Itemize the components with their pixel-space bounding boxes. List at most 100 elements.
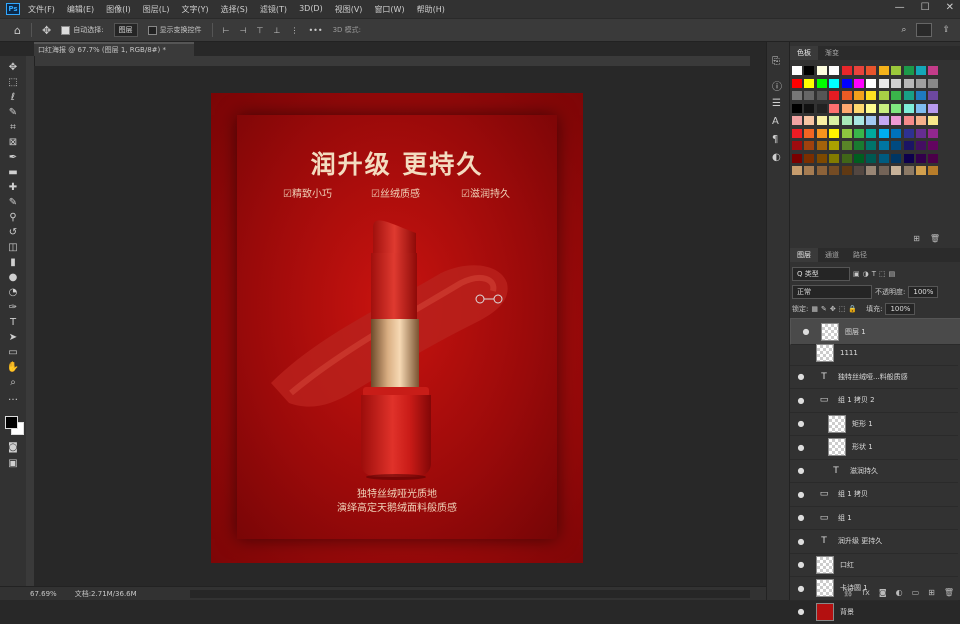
visibility-eye-icon[interactable]: ● — [799, 327, 813, 336]
zoom-tool-icon[interactable]: ⌕ — [5, 375, 21, 389]
lock-move-icon[interactable]: ✥ — [830, 305, 836, 313]
menu-item[interactable]: 文件(F) — [28, 4, 55, 15]
color-swatch[interactable] — [792, 78, 802, 88]
color-swatch[interactable] — [891, 153, 902, 163]
color-swatch[interactable] — [928, 128, 939, 138]
color-swatch[interactable] — [829, 166, 840, 175]
filter-shape-icon[interactable]: ⬚ — [879, 270, 886, 278]
color-swatch[interactable] — [878, 66, 889, 75]
move-tool-icon[interactable]: ✥ — [42, 24, 51, 37]
delete-layer-icon[interactable]: 🗑 — [944, 588, 954, 600]
color-swatch[interactable] — [903, 91, 914, 100]
blend-mode-dropdown[interactable]: 正常 — [792, 285, 872, 299]
type-tool-icon[interactable]: T — [5, 315, 21, 329]
layer-row[interactable]: ● ▭ 组 1 — [790, 506, 958, 530]
color-swatch[interactable] — [916, 103, 926, 113]
color-swatch[interactable] — [866, 103, 877, 113]
history-icon[interactable]: ⎘ — [772, 56, 780, 67]
eyedropper-tool-icon[interactable]: ✒ — [5, 150, 21, 164]
color-swatch[interactable] — [854, 66, 864, 75]
layer-row[interactable]: ● ▭ 组 1 拷贝 — [790, 483, 958, 507]
layer-row[interactable]: 1111 — [790, 342, 958, 366]
delete-swatch-icon[interactable]: 🗑 — [930, 234, 940, 243]
menu-item[interactable]: 帮助(H) — [417, 4, 445, 15]
adjustment-layer-icon[interactable]: ◐ — [896, 588, 903, 600]
color-swatch[interactable] — [866, 78, 877, 88]
color-swatch[interactable] — [829, 153, 840, 163]
layer-filter-dropdown[interactable]: Q 类型 — [792, 267, 850, 281]
color-swatch[interactable] — [928, 66, 939, 75]
color-swatch[interactable] — [916, 141, 926, 150]
color-swatch[interactable] — [903, 116, 914, 125]
blur-tool-icon[interactable]: ● — [5, 270, 21, 284]
color-swatch[interactable] — [916, 128, 926, 138]
adjustments-icon[interactable]: ☰ — [772, 98, 781, 109]
color-swatch[interactable] — [816, 78, 827, 88]
color-swatch[interactable] — [891, 103, 902, 113]
eraser-tool-icon[interactable]: ◫ — [5, 240, 21, 254]
new-layer-icon[interactable]: ⊞ — [928, 588, 935, 600]
document-size[interactable]: 文档:2.71M/36.6M — [75, 589, 137, 599]
filter-smart-icon[interactable]: ▤ — [889, 270, 896, 278]
color-swatch[interactable] — [816, 66, 827, 75]
color-swatch[interactable] — [829, 116, 840, 125]
color-swatch[interactable] — [804, 66, 815, 75]
color-swatch[interactable] — [866, 128, 877, 138]
document-tab[interactable]: 口红海报 @ 67.7% (图层 1, RGB/8#) * — [34, 42, 194, 56]
color-swatch[interactable] — [891, 66, 902, 75]
share-icon[interactable]: ⇪ — [942, 25, 950, 35]
move-tool-icon[interactable]: ✥ — [5, 60, 21, 74]
color-swatch[interactable] — [928, 141, 939, 150]
layer-row[interactable]: ● T 独特丝绒哑...料般质感 — [790, 365, 958, 389]
visibility-eye-icon[interactable]: ● — [794, 607, 808, 616]
color-swatch[interactable] — [928, 153, 939, 163]
color-swatch[interactable] — [829, 78, 840, 88]
color-swatch[interactable] — [804, 166, 815, 175]
new-group-icon[interactable]: ▭ — [912, 588, 920, 600]
color-swatch[interactable] — [916, 66, 926, 75]
hand-tool-icon[interactable]: ✋ — [5, 360, 21, 374]
close-button[interactable]: ✕ — [946, 2, 954, 13]
home-icon[interactable]: ⌂ — [14, 24, 21, 37]
color-swatch[interactable] — [854, 116, 864, 125]
tab-swatches[interactable]: 色板 — [790, 46, 818, 60]
color-swatch[interactable] — [903, 103, 914, 113]
zoom-level[interactable]: 67.69% — [30, 590, 57, 598]
menu-item[interactable]: 视图(V) — [335, 4, 363, 15]
frame-tool-icon[interactable]: ⊠ — [5, 135, 21, 149]
visibility-eye-icon[interactable]: ● — [794, 490, 808, 499]
align-middle-icon[interactable]: ⊥ — [273, 26, 280, 35]
color-swatch[interactable] — [841, 103, 852, 113]
auto-select-checkbox[interactable]: 自动选择: — [61, 25, 104, 35]
color-swatch[interactable] — [829, 66, 840, 75]
color-swatch[interactable] — [804, 116, 815, 125]
color-swatch[interactable] — [804, 128, 815, 138]
distribute-icon[interactable]: ⋮ — [290, 26, 298, 35]
auto-select-dropdown[interactable]: 图层 — [113, 23, 138, 37]
filter-adjust-icon[interactable]: ◑ — [863, 270, 869, 278]
color-swatch[interactable] — [816, 153, 827, 163]
gradient-tool-icon[interactable]: ▮ — [5, 255, 21, 269]
color-swatch[interactable] — [878, 91, 889, 100]
color-swatch[interactable] — [792, 91, 802, 100]
color-swatch[interactable] — [903, 78, 914, 88]
color-swatch[interactable] — [916, 116, 926, 125]
clone-stamp-icon[interactable]: ⚲ — [5, 210, 21, 224]
color-swatch[interactable] — [891, 128, 902, 138]
color-swatch[interactable] — [854, 141, 864, 150]
tab-channels[interactable]: 通道 — [818, 248, 846, 262]
foreground-color-swatch[interactable] — [5, 416, 18, 429]
workspace-icon[interactable] — [916, 23, 933, 37]
color-swatch[interactable] — [816, 116, 827, 125]
layer-row[interactable]: ● 背景 — [790, 600, 958, 624]
menu-item[interactable]: 编辑(E) — [67, 4, 94, 15]
menu-item[interactable]: 滤镜(T) — [260, 4, 287, 15]
color-swatch[interactable] — [928, 91, 939, 100]
color-swatch[interactable] — [804, 91, 815, 100]
color-swatch[interactable] — [841, 153, 852, 163]
color-swatch[interactable] — [841, 141, 852, 150]
lock-paint-icon[interactable]: ✎ — [821, 305, 827, 313]
visibility-eye-icon[interactable]: ● — [794, 443, 808, 452]
visibility-eye-icon[interactable]: ● — [794, 513, 808, 522]
filter-type-icon[interactable]: T — [872, 270, 876, 278]
